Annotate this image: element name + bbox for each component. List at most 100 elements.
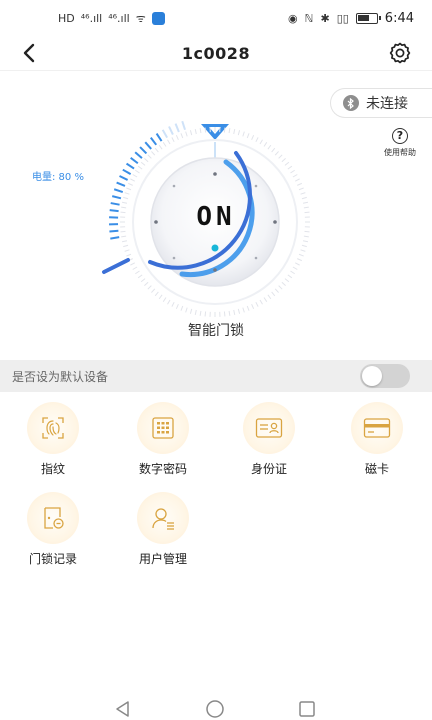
page-title: 1c0028: [181, 43, 251, 63]
dial-tick: [294, 262, 300, 266]
dial-tick: [204, 311, 207, 317]
dial-tick: [303, 235, 309, 238]
battery-tick: [174, 123, 180, 133]
dial-tick: [167, 299, 171, 305]
dial-tick: [271, 147, 276, 153]
battery-icon: [355, 12, 381, 24]
dial-tick: [120, 211, 126, 214]
back-button[interactable]: [16, 40, 42, 66]
battery-tick: [134, 151, 143, 159]
dial-tick: [124, 192, 130, 195]
dial-tick: [287, 165, 293, 170]
dial-tick: [259, 299, 263, 305]
battery-tick: [111, 195, 122, 200]
dial-tick: [121, 235, 127, 238]
dial-tick: [297, 182, 302, 186]
feature-fingerprint[interactable]: 指纹: [8, 402, 98, 477]
hd-indicator: HD: [58, 11, 75, 25]
dial-tick: [242, 307, 245, 313]
feature-lock-records[interactable]: 门锁记录: [8, 492, 98, 567]
dial-tick: [246, 305, 250, 311]
feature-label: 指纹: [40, 462, 65, 476]
feature-label: 身份证: [250, 462, 287, 476]
battery-tick: [109, 209, 119, 213]
id-card-icon: [243, 402, 295, 454]
help-button[interactable]: ? 使用帮助: [378, 128, 422, 158]
default-device-label: 是否设为默认设备: [12, 369, 109, 384]
dial-tick: [175, 135, 179, 140]
dial-tick: [151, 151, 156, 156]
battery-tick: [161, 129, 168, 139]
signal-icon-2: ⁴⁶.ıll: [108, 11, 130, 25]
dial-tick: [297, 258, 302, 262]
dial-tick: [147, 154, 152, 159]
status-right: ◉ ℕ ✱ ▯▯ 6:44: [288, 11, 414, 26]
dial-tick: [162, 142, 167, 147]
dial-tick: [180, 305, 184, 311]
dial-tick: [290, 169, 295, 174]
battery-tick: [119, 175, 129, 181]
recents-square-icon[interactable]: [298, 700, 316, 718]
dial-tick: [171, 137, 175, 143]
battery-tick: [155, 132, 163, 142]
battery-tick: [139, 146, 148, 155]
dial-tick: [251, 304, 255, 309]
dial-tick: [263, 297, 268, 302]
settings-button[interactable]: [388, 41, 412, 65]
default-device-toggle[interactable]: [360, 364, 410, 388]
dial-tick: [185, 131, 188, 137]
dial-tick: [267, 144, 272, 150]
clock: 6:44: [384, 10, 414, 26]
connection-status-button[interactable]: 未连接: [330, 88, 432, 118]
battery-tick: [109, 229, 119, 233]
back-triangle-icon[interactable]: [114, 700, 132, 718]
home-circle-icon[interactable]: [204, 700, 226, 718]
dial-tick: [278, 285, 283, 290]
dial-tick: [189, 308, 193, 314]
dial-tick: [194, 128, 197, 135]
dial-tick: [132, 174, 138, 178]
dial-tick: [137, 165, 143, 170]
dial-tick: [167, 139, 171, 145]
dial-tick: [223, 127, 226, 133]
feature-magnetic-card[interactable]: 磁卡: [332, 402, 422, 477]
dial-tick: [281, 281, 286, 286]
feature-pin-code[interactable]: 数字密码: [118, 402, 208, 477]
dial-tick: [255, 137, 259, 143]
dial-tick: [154, 147, 159, 153]
chevron-left-icon: [23, 43, 35, 63]
dial-tick: [140, 161, 146, 166]
dial-tick: [304, 230, 310, 233]
device-name: 智能门锁: [188, 323, 244, 339]
dial-tick: [292, 266, 298, 270]
dial-tick: [137, 274, 143, 279]
dial-tick: [301, 244, 307, 248]
app-notification-icon: [151, 11, 165, 25]
dial-tick: [128, 182, 133, 186]
dial-tick: [298, 253, 304, 257]
dial-tick: [228, 310, 231, 316]
eye-icon: ◉: [288, 11, 298, 25]
question-icon: ?: [392, 128, 408, 144]
dial-stub-line: [102, 258, 130, 274]
dial-tick: [281, 158, 286, 163]
feature-label: 数字密码: [138, 462, 187, 476]
dial-tick: [233, 309, 236, 316]
door-record-icon: [27, 492, 79, 544]
nav-bar: 1c0028: [0, 36, 432, 70]
feature-id-card[interactable]: 身份证: [224, 402, 314, 477]
dial-tick: [130, 178, 136, 182]
status-bar: HD ⁴⁶.ıll ⁴⁶.ıll ᯤ ◉ ℕ ✱ ▯▯ 6:44: [0, 0, 432, 36]
lock-state-label[interactable]: ON: [150, 202, 282, 232]
dial-tick: [126, 253, 132, 257]
dial-tick: [158, 144, 163, 150]
dial-tick: [130, 262, 136, 266]
plate-dot-tl: [172, 184, 176, 188]
battery-level-label: 电量: 80 %: [32, 172, 84, 183]
status-left: HD ⁴⁶.ıll ⁴⁶.ıll ᯤ: [58, 11, 165, 25]
dial-tick: [274, 288, 279, 293]
gear-icon: [389, 42, 411, 64]
dial-tick: [274, 151, 279, 156]
battery-tick: [125, 162, 135, 170]
feature-user-management[interactable]: 用户管理: [118, 492, 208, 567]
